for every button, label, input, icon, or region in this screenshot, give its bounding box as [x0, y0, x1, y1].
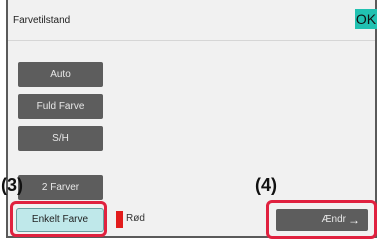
ok-button[interactable]: OK [355, 9, 377, 29]
full-color-button[interactable]: Fuld Farve [18, 94, 103, 119]
callout-4-label: (4) [255, 175, 277, 195]
page-title: Farvetilstand [13, 15, 71, 26]
two-colors-button[interactable]: 2 Farver [18, 175, 103, 200]
color-swatch [116, 211, 123, 228]
selected-color-label: Rød [126, 213, 145, 224]
callout-3-label: (3) [1, 175, 23, 195]
title-bar: Farvetilstand OK [8, 0, 377, 41]
bw-button[interactable]: S/H [18, 126, 103, 151]
auto-button[interactable]: Auto [18, 62, 103, 87]
callout-4-highlight [266, 200, 377, 239]
callout-3-highlight [10, 201, 107, 237]
